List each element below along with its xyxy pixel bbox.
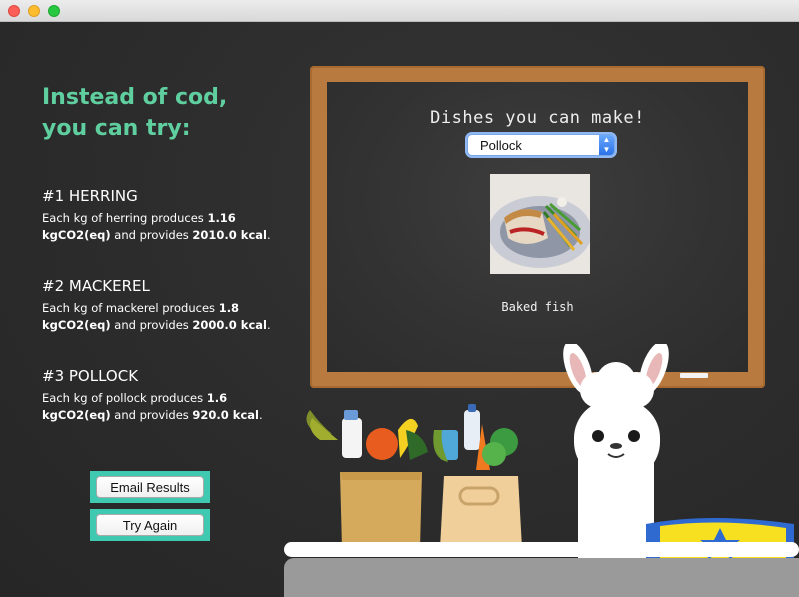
heading-line-2: you can try:	[42, 116, 191, 141]
chalkboard-frame: Dishes you can make! Pollock ▲ ▼ Baked f…	[310, 66, 765, 388]
grocery-bag-right	[433, 404, 522, 548]
fish-select-value: Pollock	[480, 137, 522, 153]
email-results-button[interactable]: Email Results	[96, 476, 204, 498]
zoom-window-button[interactable]	[48, 5, 60, 17]
counter-top	[284, 542, 799, 557]
dish-name: Baked fish	[501, 300, 574, 314]
chalkboard: Dishes you can make! Pollock ▲ ▼ Baked f…	[327, 82, 748, 378]
board-title: Dishes you can make!	[430, 108, 645, 128]
heading-line-1: Instead of cod,	[42, 85, 228, 110]
counter-shelf	[284, 542, 799, 597]
grocery-bag-left	[306, 410, 428, 548]
try-again-button-frame: Try Again	[90, 509, 210, 541]
alternative-description: Each kg of pollock produces 1.6 kgCO2(eq)…	[42, 391, 263, 422]
alternative-description: Each kg of herring produces 1.16 kgCO2(eq…	[42, 211, 271, 242]
page-heading: Instead of cod, you can try:	[42, 82, 227, 144]
alternative-2: #2 MACKEREL Each kg of mackerel produces…	[42, 276, 287, 334]
close-window-button[interactable]	[8, 5, 20, 17]
select-arrows-icon: ▲ ▼	[599, 135, 614, 155]
counter-front	[284, 558, 799, 597]
alternative-title: #3 POLLOCK	[42, 367, 139, 385]
fish-select[interactable]: Pollock ▲ ▼	[467, 134, 615, 156]
alternative-3: #3 POLLOCK Each kg of pollock produces 1…	[42, 366, 287, 424]
main-content: Instead of cod, you can try: #1 HERRING …	[0, 22, 799, 597]
alpaca-mascot	[563, 344, 794, 566]
title-bar	[0, 0, 799, 22]
alternative-1: #1 HERRING Each kg of herring produces 1…	[42, 186, 287, 244]
app-window: Instead of cod, you can try: #1 HERRING …	[0, 0, 799, 597]
alternative-title: #2 MACKEREL	[42, 277, 150, 295]
alternative-description: Each kg of mackerel produces 1.8 kgCO2(eq…	[42, 301, 271, 332]
email-results-button-frame: Email Results	[90, 471, 210, 503]
dish-photo	[490, 174, 590, 274]
minimize-window-button[interactable]	[28, 5, 40, 17]
alternative-title: #1 HERRING	[42, 187, 138, 205]
try-again-button[interactable]: Try Again	[96, 514, 204, 536]
